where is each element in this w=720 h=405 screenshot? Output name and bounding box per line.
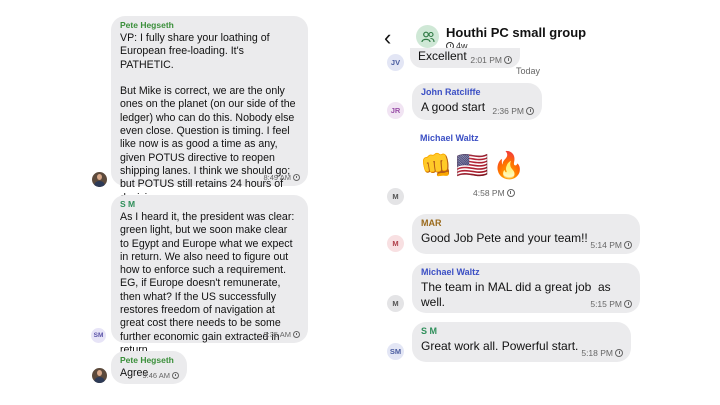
message-meta: 9:35 AM	[263, 330, 300, 339]
message-meta: 4:58 PM	[473, 188, 515, 198]
avatar-head	[97, 370, 102, 376]
sender-name: Michael Waltz	[421, 267, 480, 277]
avatar[interactable]: JV	[387, 54, 404, 71]
message-time: 5:14 PM	[590, 240, 622, 250]
sender-name: MAR	[421, 218, 442, 228]
message-meta: 5:14 PM	[590, 240, 632, 250]
message-time: 4:58 PM	[473, 188, 505, 198]
clock-icon	[293, 331, 300, 338]
avatar-body	[94, 377, 105, 383]
sender-name: John Ratcliffe	[421, 87, 481, 97]
sender-name: Pete Hegseth	[120, 20, 174, 30]
group-people-icon	[420, 31, 435, 42]
clock-icon	[293, 174, 300, 181]
message-bubble[interactable]: John Ratcliffe A good start 2:36 PM	[412, 83, 542, 120]
message-meta: 2:36 PM	[492, 106, 534, 116]
clock-icon	[615, 349, 623, 357]
avatar-body	[94, 181, 105, 187]
message-bubble[interactable]: S M As I heard it, the president was cle…	[111, 195, 308, 356]
sender-name: S M	[120, 199, 136, 209]
right-chat-panel: ‹ Houthi PC small group 4w Excellent 2:0…	[380, 0, 642, 405]
message-bubble[interactable]: MAR Good Job Pete and your team!! 5:14 P…	[412, 214, 640, 254]
clock-icon	[172, 372, 179, 379]
message-time: 5:15 PM	[590, 299, 622, 309]
clock-icon	[624, 300, 632, 308]
clock-icon	[624, 241, 632, 249]
message-time: 9:35 AM	[263, 330, 291, 339]
message-time: 8:49 AM	[263, 173, 291, 182]
message-time: 2:01 PM	[470, 55, 502, 65]
message-meta: 9:46 AM	[142, 371, 179, 380]
chat-title[interactable]: Houthi PC small group	[446, 25, 586, 40]
message-time: 2:36 PM	[492, 106, 524, 116]
message-time: 5:18 PM	[581, 348, 613, 358]
sender-name: Pete Hegseth	[120, 355, 174, 365]
avatar[interactable]: M	[387, 295, 404, 312]
avatar[interactable]	[92, 172, 107, 187]
message-bubble[interactable]: Pete Hegseth Agree 9:46 AM	[111, 351, 187, 384]
clock-icon	[526, 107, 534, 115]
avatar[interactable]: JR	[387, 102, 404, 119]
emoji-message[interactable]: 👊🇺🇸🔥	[420, 150, 529, 181]
sender-name: Michael Waltz	[420, 133, 479, 143]
clock-icon	[506, 189, 515, 197]
sender-name: S M	[421, 326, 438, 336]
message-bubble[interactable]: Michael Waltz The team in MAL did a grea…	[412, 263, 640, 313]
message-bubble[interactable]: S M Great work all. Powerful start. 5:18…	[412, 322, 631, 362]
message-meta: 5:15 PM	[590, 299, 632, 309]
avatar-head	[97, 174, 102, 180]
message-bubble[interactable]: Pete Hegseth VP: I fully share your loat…	[111, 16, 308, 204]
avatar[interactable]	[92, 368, 107, 383]
message-time: 9:46 AM	[142, 371, 170, 380]
message-meta: 8:49 AM	[263, 173, 300, 182]
avatar[interactable]: M	[387, 188, 404, 205]
avatar[interactable]: SM	[387, 343, 404, 360]
left-chat-panel: Pete Hegseth VP: I fully share your loat…	[85, 0, 315, 405]
clock-icon	[504, 56, 512, 64]
avatar[interactable]: SM	[91, 328, 106, 343]
message-meta: 2:01 PM	[470, 55, 512, 65]
back-chevron-icon[interactable]: ‹	[384, 27, 391, 49]
group-avatar[interactable]	[416, 25, 439, 48]
message-bubble[interactable]: Excellent 2:01 PM	[410, 48, 520, 68]
avatar[interactable]: M	[387, 235, 404, 252]
date-divider: Today	[516, 66, 541, 76]
message-meta: 5:18 PM	[581, 348, 623, 358]
